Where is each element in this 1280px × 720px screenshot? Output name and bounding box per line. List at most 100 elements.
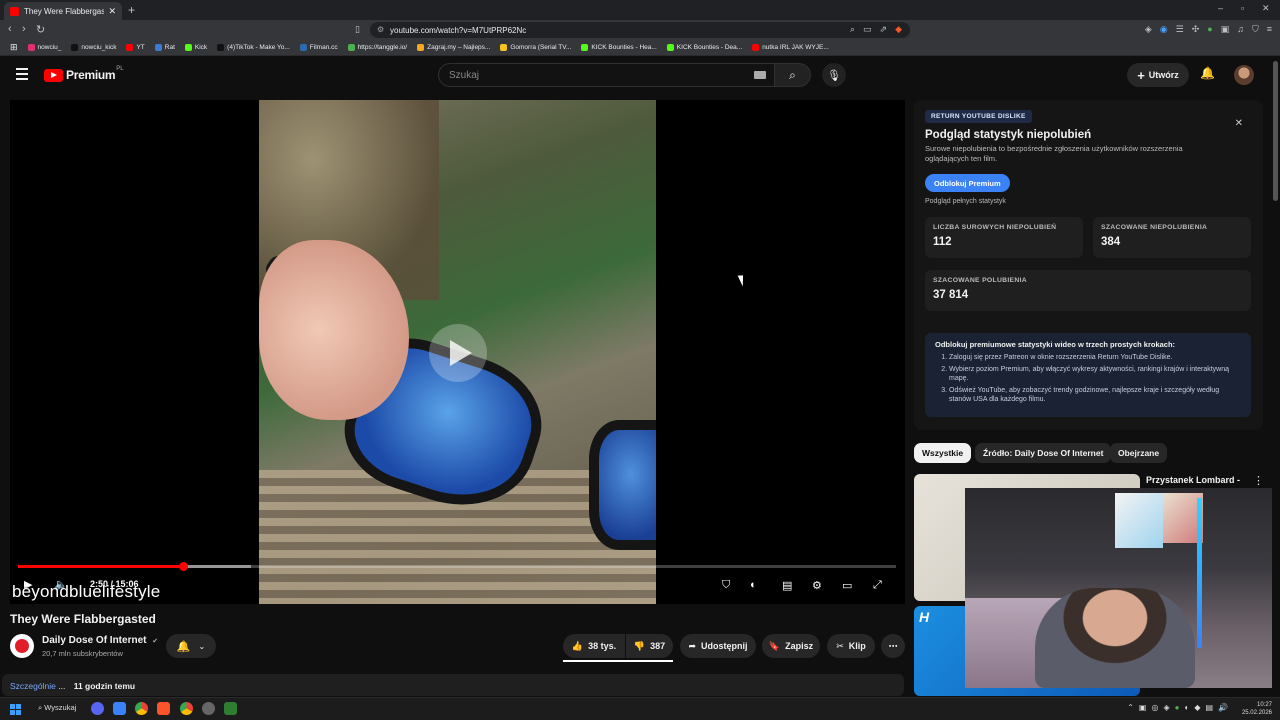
dislike-button[interactable]: 👎 387: [626, 634, 673, 658]
new-tab-icon[interactable]: +: [128, 3, 135, 17]
menu-icon[interactable]: ≡: [1267, 24, 1272, 35]
app-icon[interactable]: [224, 702, 237, 715]
bookmark-item[interactable]: Zagraj.my – Najleps...: [413, 44, 494, 51]
related-video-title[interactable]: Przystanek Lombard -: [1146, 475, 1240, 485]
tray-app-icon[interactable]: ●: [1175, 703, 1180, 712]
brave-icon[interactable]: [157, 702, 170, 715]
full-stats-link[interactable]: Podgląd pełnych statystyk: [925, 198, 1006, 205]
chip-all[interactable]: Wszystkie: [914, 443, 972, 463]
autoplay-toggle[interactable]: ◐: [750, 579, 757, 591]
bookmark-item[interactable]: Filman.cc: [296, 44, 342, 51]
fullscreen-icon[interactable]: ⤢: [873, 579, 882, 592]
bookmark-icon[interactable]: ▯: [355, 24, 360, 35]
scrubber-handle[interactable]: [179, 562, 189, 571]
chip-watched[interactable]: Obejrzane: [1110, 443, 1168, 463]
share-button[interactable]: ➦ Udostępnij: [680, 634, 756, 658]
close-icon[interactable]: ✕: [1235, 118, 1243, 129]
install-icon[interactable]: ▭: [863, 24, 872, 35]
bookmark-item[interactable]: KICK Bounties - Hea...: [577, 44, 660, 51]
app-icon[interactable]: [113, 702, 126, 715]
volume-tray-icon[interactable]: 🔊: [1218, 703, 1228, 712]
bookmark-item[interactable]: YT: [122, 44, 148, 51]
chip-source-channel[interactable]: Źródło: Daily Dose Of Internet: [975, 443, 1112, 463]
forward-icon[interactable]: ›: [22, 23, 26, 35]
site-info-icon[interactable]: ⚙: [377, 25, 384, 34]
tray-app-icon[interactable]: ▣: [1139, 703, 1147, 712]
close-tab-icon[interactable]: ✕: [108, 6, 116, 17]
chevron-up-icon[interactable]: ⌃: [1127, 703, 1134, 712]
bookmark-item[interactable]: Rat: [151, 44, 179, 51]
voice-search-button[interactable]: 🎙: [822, 63, 846, 87]
taskbar-clock[interactable]: 10:27 25.02.2026: [1242, 701, 1272, 717]
bookmark-item[interactable]: nutka IRL JAK WYJE...: [748, 44, 833, 51]
hamburger-menu-icon[interactable]: [16, 68, 28, 83]
settings-gear-icon[interactable]: ⚙: [812, 579, 822, 592]
zoom-icon[interactable]: ⌕: [850, 24, 855, 35]
chrome-icon[interactable]: [180, 702, 193, 715]
back-icon[interactable]: ‹: [8, 23, 12, 35]
keyboard-icon[interactable]: [754, 71, 766, 79]
close-window-icon[interactable]: ✕: [1262, 3, 1270, 14]
shield-icon[interactable]: ⛉: [1252, 24, 1259, 35]
channel-name[interactable]: Daily Dose Of Internet ✔: [42, 635, 158, 646]
windows-start-icon[interactable]: [10, 704, 21, 715]
extension-icon[interactable]: ◉: [1160, 24, 1168, 35]
tray-app-icon[interactable]: ◎: [1151, 703, 1158, 712]
share-icon[interactable]: ⇗: [880, 24, 888, 35]
like-button[interactable]: 👍 38 tys.: [563, 634, 625, 658]
bookmark-item[interactable]: nowciu_: [24, 44, 66, 51]
extension-icon[interactable]: ◈: [1145, 24, 1152, 35]
page-scrollbar[interactable]: [1272, 57, 1280, 697]
theater-mode-icon[interactable]: ▭: [842, 579, 852, 592]
search-button[interactable]: ⌕: [775, 63, 811, 87]
ryd-title: Podgląd statystyk niepolubień: [925, 129, 1092, 141]
bookmark-item[interactable]: https://tanggle.io/: [344, 44, 412, 51]
network-icon[interactable]: ▤: [1205, 703, 1213, 712]
extension-icon[interactable]: ▣: [1221, 24, 1230, 35]
taskbar-search[interactable]: ⌕ Wyszukaj: [38, 703, 76, 713]
extension-icon[interactable]: ☰: [1176, 24, 1184, 35]
browser-tab[interactable]: They Were Flabbergasted - YouT ✕: [4, 2, 122, 20]
more-vertical-icon[interactable]: ⋮: [1253, 474, 1264, 487]
more-actions-button[interactable]: ⋯: [881, 634, 905, 658]
discord-icon[interactable]: [91, 702, 104, 715]
video-player[interactable]: ▶ 🔈 2:50 / 15:06 beyondbluelifestyle ⛉ ◐…: [10, 100, 905, 604]
chrome-icon[interactable]: [135, 702, 148, 715]
raw-dislikes-card: LICZBA SUROWYCH NIEPOLUBIEŃ 112: [925, 217, 1083, 258]
clip-button[interactable]: ✂ Klip: [827, 634, 875, 658]
apps-icon[interactable]: ⊞: [6, 42, 22, 53]
scrollbar-thumb[interactable]: [1273, 61, 1278, 201]
tray-app-icon[interactable]: ◆: [1194, 703, 1200, 712]
account-avatar[interactable]: [1234, 65, 1254, 85]
unlock-premium-button[interactable]: Odblokuj Premium: [925, 174, 1010, 192]
channel-avatar[interactable]: [10, 634, 34, 658]
subscription-bell-button[interactable]: 🔔 ⌄: [166, 634, 216, 658]
bookmark-item[interactable]: nowciu_kick: [67, 44, 120, 51]
sponsor-shield-icon[interactable]: ⛉: [722, 579, 730, 592]
progress-bar[interactable]: [18, 562, 896, 571]
address-bar[interactable]: ⚙ youtube.com/watch?v=M7UtPRP62Nc ⌕ ▭ ⇗ …: [370, 22, 910, 38]
minimize-icon[interactable]: –: [1218, 3, 1223, 13]
reload-icon[interactable]: ↻: [36, 23, 45, 36]
search-input[interactable]: Szukaj: [438, 63, 775, 87]
extension-icon[interactable]: ●: [1207, 24, 1212, 35]
youtube-logo[interactable]: Premium PL: [44, 66, 124, 82]
description-box[interactable]: Szczególnie ... 11 godzin temu: [2, 674, 904, 696]
tray-app-icon[interactable]: ◐: [1184, 703, 1189, 712]
streamer: [1035, 588, 1195, 688]
brave-shield-icon[interactable]: ◆: [895, 24, 902, 35]
big-play-icon[interactable]: [429, 324, 487, 382]
save-button[interactable]: 🔖 Zapisz: [762, 634, 820, 658]
bookmark-item[interactable]: KICK Bounties - Dea...: [663, 44, 746, 51]
create-button[interactable]: + Utwórz: [1127, 63, 1189, 87]
puzzle-icon[interactable]: ✣: [1192, 24, 1200, 35]
bookmark-item[interactable]: (4)TikTok - Make Yo...: [213, 44, 294, 51]
notifications-bell-icon[interactable]: 🔔: [1200, 66, 1215, 80]
media-icon[interactable]: ♫: [1237, 24, 1244, 35]
app-icon[interactable]: [202, 702, 215, 715]
bookmark-item[interactable]: Gomorra (Serial TV...: [496, 44, 575, 51]
tray-app-icon[interactable]: ◈: [1163, 703, 1169, 712]
subtitles-icon[interactable]: ▤: [782, 579, 792, 592]
maximize-icon[interactable]: ▫: [1241, 3, 1244, 13]
bookmark-item[interactable]: Kick: [181, 44, 211, 51]
